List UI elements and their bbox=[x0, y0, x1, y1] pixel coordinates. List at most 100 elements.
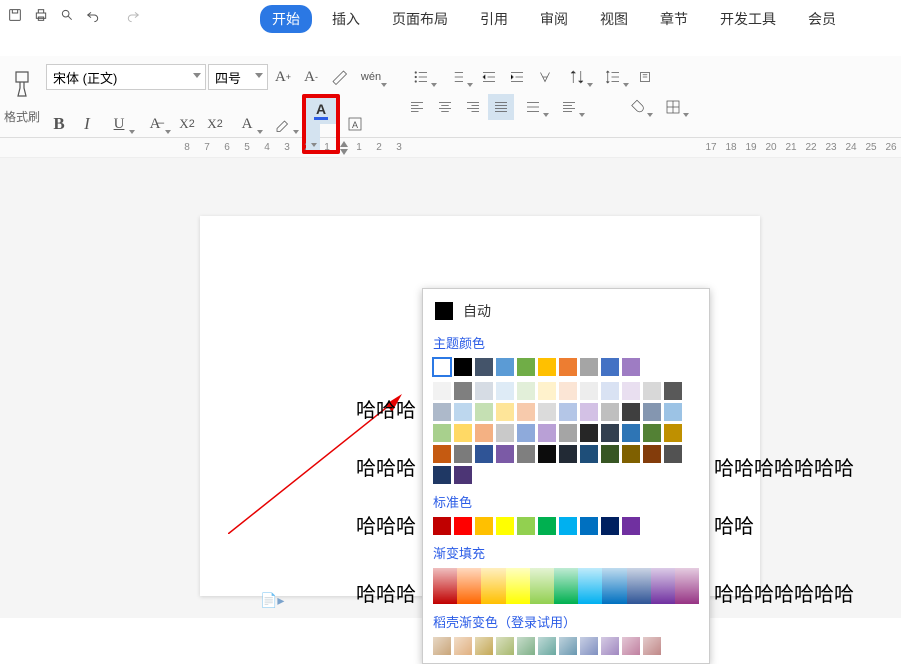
theme-shade-swatch[interactable] bbox=[559, 382, 577, 400]
theme-color-swatch[interactable] bbox=[433, 358, 451, 376]
docer-swatch[interactable] bbox=[622, 637, 640, 655]
clear-formatting-button[interactable] bbox=[326, 64, 352, 90]
standard-color-swatch[interactable] bbox=[580, 517, 598, 535]
standard-color-swatch[interactable] bbox=[538, 517, 556, 535]
font-color-button[interactable]: A bbox=[306, 98, 336, 124]
gradient-swatch[interactable] bbox=[530, 568, 554, 604]
docer-swatch[interactable] bbox=[559, 637, 577, 655]
document-side-icon[interactable]: 📄▸ bbox=[260, 592, 284, 609]
theme-shade-swatch[interactable] bbox=[580, 382, 598, 400]
tabs-button[interactable] bbox=[552, 94, 586, 120]
borders-button[interactable] bbox=[656, 94, 690, 120]
auto-color-option[interactable]: 自动 bbox=[433, 297, 699, 325]
standard-color-swatch[interactable] bbox=[517, 517, 535, 535]
theme-shade-swatch[interactable] bbox=[538, 403, 556, 421]
theme-shade-swatch[interactable] bbox=[559, 445, 577, 463]
shrink-font-button[interactable]: A- bbox=[298, 64, 324, 90]
bullet-list-button[interactable] bbox=[404, 64, 438, 90]
theme-shade-swatch[interactable] bbox=[433, 466, 451, 484]
gradient-swatch[interactable] bbox=[602, 568, 626, 604]
standard-color-swatch[interactable] bbox=[475, 517, 493, 535]
docer-swatch[interactable] bbox=[580, 637, 598, 655]
theme-shade-swatch[interactable] bbox=[664, 424, 682, 442]
theme-shade-swatch[interactable] bbox=[475, 382, 493, 400]
theme-color-swatch[interactable] bbox=[601, 358, 619, 376]
theme-color-swatch[interactable] bbox=[496, 358, 514, 376]
tab-start[interactable]: 开始 bbox=[260, 5, 312, 33]
gradient-swatch[interactable] bbox=[675, 568, 699, 604]
distribute-button[interactable] bbox=[516, 94, 550, 120]
gradient-swatch[interactable] bbox=[506, 568, 530, 604]
gradient-swatch[interactable] bbox=[578, 568, 602, 604]
docer-swatch[interactable] bbox=[454, 637, 472, 655]
theme-shade-swatch[interactable] bbox=[517, 445, 535, 463]
bold-button[interactable]: B bbox=[46, 111, 72, 137]
theme-shade-swatch[interactable] bbox=[622, 445, 640, 463]
docer-swatch[interactable] bbox=[496, 637, 514, 655]
tab-insert[interactable]: 插入 bbox=[320, 5, 372, 33]
theme-shade-swatch[interactable] bbox=[433, 445, 451, 463]
theme-shade-swatch[interactable] bbox=[622, 403, 640, 421]
theme-shade-swatch[interactable] bbox=[517, 424, 535, 442]
grow-font-button[interactable]: A+ bbox=[270, 64, 296, 90]
theme-shade-swatch[interactable] bbox=[496, 403, 514, 421]
theme-shade-swatch[interactable] bbox=[475, 424, 493, 442]
standard-color-swatch[interactable] bbox=[622, 517, 640, 535]
theme-shade-swatch[interactable] bbox=[454, 466, 472, 484]
standard-color-swatch[interactable] bbox=[496, 517, 514, 535]
theme-shade-swatch[interactable] bbox=[622, 424, 640, 442]
tab-references[interactable]: 引用 bbox=[468, 5, 520, 33]
tab-member[interactable]: 会员 bbox=[796, 5, 848, 33]
theme-shade-swatch[interactable] bbox=[580, 424, 598, 442]
gradient-swatch[interactable] bbox=[433, 568, 457, 604]
gradient-swatch[interactable] bbox=[481, 568, 505, 604]
theme-color-swatch[interactable] bbox=[454, 358, 472, 376]
font-color-dropdown[interactable] bbox=[306, 124, 320, 150]
shading-button[interactable] bbox=[620, 94, 654, 120]
text-effects-button[interactable]: A bbox=[230, 111, 264, 137]
standard-color-swatch[interactable] bbox=[454, 517, 472, 535]
theme-shade-swatch[interactable] bbox=[580, 403, 598, 421]
show-marks-button[interactable] bbox=[632, 64, 658, 90]
theme-shade-swatch[interactable] bbox=[559, 424, 577, 442]
tab-page-layout[interactable]: 页面布局 bbox=[380, 5, 460, 33]
theme-color-swatch[interactable] bbox=[580, 358, 598, 376]
docer-swatch[interactable] bbox=[643, 637, 661, 655]
theme-shade-swatch[interactable] bbox=[664, 445, 682, 463]
gradient-swatch[interactable] bbox=[627, 568, 651, 604]
tab-view[interactable]: 视图 bbox=[588, 5, 640, 33]
font-name-select[interactable]: 宋体 (正文) bbox=[46, 64, 206, 90]
theme-shade-swatch[interactable] bbox=[601, 445, 619, 463]
italic-button[interactable]: I bbox=[74, 111, 100, 137]
char-border-button[interactable]: A bbox=[342, 111, 368, 137]
docer-swatch[interactable] bbox=[475, 637, 493, 655]
theme-shade-swatch[interactable] bbox=[643, 403, 661, 421]
theme-shade-swatch[interactable] bbox=[517, 403, 535, 421]
theme-shade-swatch[interactable] bbox=[643, 382, 661, 400]
strikethrough-button[interactable]: A̶ bbox=[138, 111, 172, 137]
tab-review[interactable]: 审阅 bbox=[528, 5, 580, 33]
indent-marker[interactable] bbox=[338, 141, 348, 155]
theme-shade-swatch[interactable] bbox=[517, 382, 535, 400]
theme-shade-swatch[interactable] bbox=[601, 403, 619, 421]
theme-color-swatch[interactable] bbox=[559, 358, 577, 376]
align-center-button[interactable] bbox=[432, 94, 458, 120]
gradient-swatch[interactable] bbox=[651, 568, 675, 604]
line-spacing-button[interactable] bbox=[596, 64, 630, 90]
theme-shade-swatch[interactable] bbox=[601, 424, 619, 442]
align-right-button[interactable] bbox=[460, 94, 486, 120]
theme-color-swatch[interactable] bbox=[517, 358, 535, 376]
theme-shade-swatch[interactable] bbox=[433, 382, 451, 400]
superscript-button[interactable]: X2 bbox=[174, 111, 200, 137]
theme-shade-swatch[interactable] bbox=[496, 445, 514, 463]
theme-shade-swatch[interactable] bbox=[454, 445, 472, 463]
underline-button[interactable]: U bbox=[102, 111, 136, 137]
asian-layout-button[interactable] bbox=[532, 64, 558, 90]
theme-color-swatch[interactable] bbox=[622, 358, 640, 376]
phonetic-guide-button[interactable]: wén bbox=[354, 64, 388, 90]
gradient-swatch[interactable] bbox=[554, 568, 578, 604]
theme-shade-swatch[interactable] bbox=[496, 424, 514, 442]
align-justify-button[interactable] bbox=[488, 94, 514, 120]
docer-swatch[interactable] bbox=[517, 637, 535, 655]
theme-shade-swatch[interactable] bbox=[454, 403, 472, 421]
